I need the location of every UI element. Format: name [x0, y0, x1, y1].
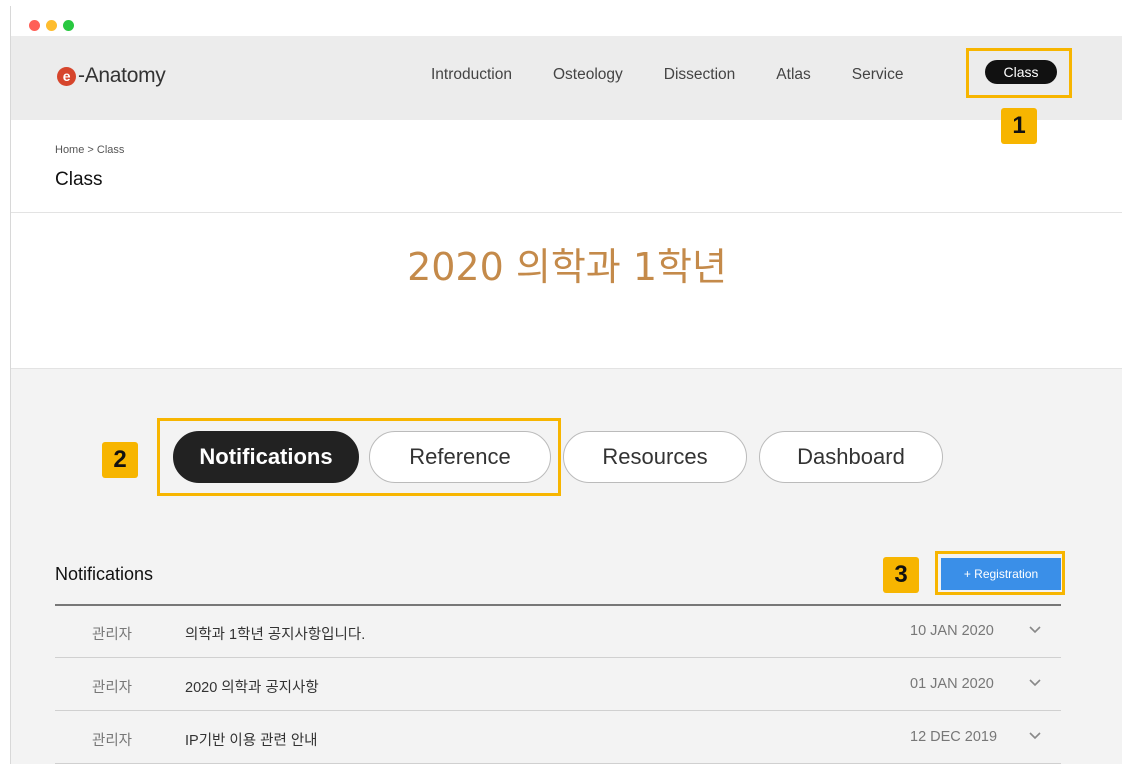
- row-author: 관리자: [92, 680, 133, 696]
- tab-dashboard[interactable]: Dashboard: [759, 431, 943, 483]
- main-nav: Introduction Osteology Dissection Atlas …: [431, 66, 944, 84]
- row-date: 12 DEC 2019: [910, 729, 998, 745]
- site-header: e -Anatomy Introduction Osteology Dissec…: [11, 36, 1122, 120]
- chevron-down-icon[interactable]: [1025, 673, 1045, 693]
- callout-3-badge: 3: [883, 557, 919, 593]
- tab-resources[interactable]: Resources: [563, 431, 747, 483]
- chevron-down-icon[interactable]: [1025, 726, 1045, 746]
- nav-atlas[interactable]: Atlas: [776, 66, 810, 84]
- table-row[interactable]: 관리자 IP기반 이용 관련 안내 12 DEC 2019: [55, 712, 1061, 764]
- nav-class-active[interactable]: Class: [985, 60, 1057, 84]
- callout-1-badge: 1: [1001, 108, 1037, 144]
- callout-2-badge: 2: [102, 442, 138, 478]
- chevron-down-icon[interactable]: [1025, 620, 1045, 640]
- tab-notifications[interactable]: Notifications: [173, 431, 359, 483]
- table-row[interactable]: 관리자 의학과 1학년 공지사항입니다. 10 JAN 2020: [55, 606, 1061, 658]
- logo-icon: e: [57, 66, 76, 86]
- breadcrumb[interactable]: Home > Class: [55, 144, 124, 156]
- row-author: 관리자: [92, 627, 133, 643]
- divider: [11, 212, 1122, 213]
- logo-text: -Anatomy: [78, 64, 166, 87]
- row-subject: 2020 의학과 공지사항: [185, 680, 319, 696]
- registration-button[interactable]: + Registration: [941, 558, 1061, 590]
- section-title: Notifications: [55, 564, 154, 584]
- close-window-icon[interactable]: [29, 20, 40, 31]
- class-title: 2020 의학과 1학년: [407, 245, 727, 289]
- nav-dissection[interactable]: Dissection: [664, 66, 736, 84]
- window-controls: [29, 20, 74, 31]
- table-row[interactable]: 관리자 2020 의학과 공지사항 01 JAN 2020: [55, 659, 1061, 711]
- row-subject: 의학과 1학년 공지사항입니다.: [185, 627, 366, 643]
- row-date: 10 JAN 2020: [910, 623, 994, 639]
- tab-reference[interactable]: Reference: [369, 431, 551, 483]
- row-subject: IP기반 이용 관련 안내: [185, 733, 318, 749]
- page-title: Class: [55, 169, 103, 190]
- site-logo[interactable]: e -Anatomy: [57, 64, 166, 88]
- minimize-window-icon[interactable]: [46, 20, 57, 31]
- row-author: 관리자: [92, 733, 133, 749]
- nav-introduction[interactable]: Introduction: [431, 66, 512, 84]
- maximize-window-icon[interactable]: [63, 20, 74, 31]
- browser-window: e -Anatomy Introduction Osteology Dissec…: [10, 6, 1122, 764]
- row-date: 01 JAN 2020: [910, 676, 994, 692]
- nav-osteology[interactable]: Osteology: [553, 66, 623, 84]
- nav-service[interactable]: Service: [852, 66, 904, 84]
